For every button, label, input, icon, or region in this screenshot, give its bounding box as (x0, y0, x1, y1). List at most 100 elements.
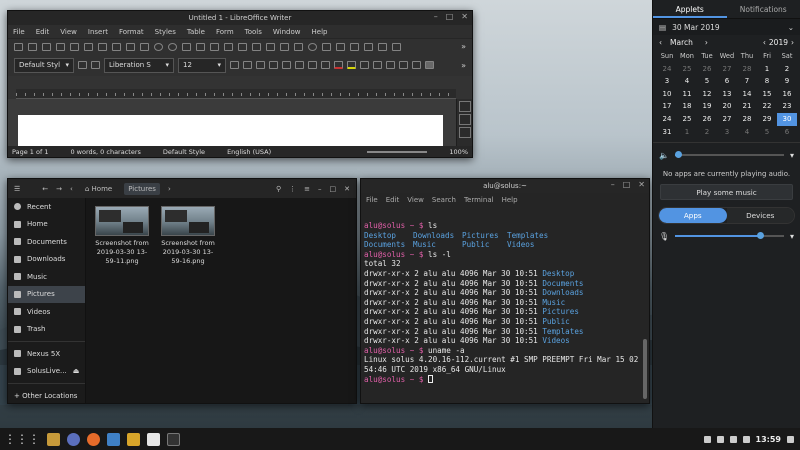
browser-icon[interactable] (67, 432, 80, 446)
bullets-icon[interactable] (412, 61, 421, 69)
properties-icon[interactable] (458, 101, 471, 112)
previous-location-icon[interactable]: ‹ (70, 185, 73, 193)
next-month-icon[interactable]: › (705, 38, 708, 47)
menu-view[interactable]: View (60, 28, 77, 36)
save-icon[interactable] (42, 42, 51, 51)
calendar-day[interactable]: 19 (697, 100, 717, 113)
calendar-day[interactable]: 3 (657, 75, 677, 88)
paste-icon[interactable] (126, 42, 135, 51)
sidebar-item-recent[interactable]: Recent (8, 198, 85, 216)
justify-icon[interactable] (399, 61, 408, 69)
zoom-slider[interactable] (367, 150, 428, 153)
sidebar-item-other-locations[interactable]: + Other Locations (8, 387, 85, 403)
styles-icon[interactable] (458, 114, 471, 125)
minimize-icon[interactable]: – (434, 12, 438, 21)
line-icon[interactable] (378, 42, 387, 51)
files-view[interactable]: Screenshot from 2019-03-30 13- 59-11.png… (86, 198, 356, 403)
calendar-day[interactable]: 23 (777, 100, 797, 113)
output-volume-slider[interactable] (674, 151, 784, 159)
menu-search[interactable]: Search (432, 196, 456, 204)
calendar-day[interactable]: 28 (737, 63, 757, 76)
print-preview-icon[interactable] (84, 42, 93, 51)
volume-knob[interactable] (675, 151, 683, 159)
tab-notifications[interactable]: Notifications (727, 0, 800, 18)
terminal-scrollbar[interactable] (643, 339, 647, 399)
menu-tools[interactable]: Tools (245, 28, 262, 36)
menu-file[interactable]: File (366, 196, 378, 204)
calendar-day[interactable]: 2 (697, 126, 717, 139)
search-icon[interactable]: ⚲ (276, 185, 281, 193)
calendar-day[interactable]: 11 (677, 88, 697, 101)
writer-titlebar[interactable]: Untitled 1 - LibreOffice Writer – □ ✕ (8, 11, 472, 25)
open-icon[interactable] (28, 42, 37, 51)
prev-month-icon[interactable]: ‹ (659, 38, 662, 47)
calendar-day[interactable]: 22 (757, 100, 777, 113)
toolbar-overflow-icon[interactable]: » (461, 61, 466, 70)
file-item[interactable]: Screenshot from 2019-03-30 13- 59-16.png (160, 198, 216, 266)
menu-icon[interactable]: ≡ (304, 185, 310, 193)
view-options-icon[interactable]: ⋮ (289, 185, 296, 193)
insert-chart-icon[interactable] (252, 42, 261, 51)
insert-image-icon[interactable] (238, 42, 247, 51)
paragraph-background-icon[interactable] (425, 61, 434, 69)
chevron-down-icon[interactable]: ▾ (790, 232, 794, 241)
align-right-icon[interactable] (386, 61, 395, 69)
writer-window[interactable]: Untitled 1 - LibreOffice Writer – □ ✕ Fi… (7, 10, 473, 158)
shadow-icon[interactable] (308, 61, 317, 69)
track-changes-icon[interactable] (364, 42, 373, 51)
calendar-day[interactable]: 21 (737, 100, 757, 113)
terminal-titlebar[interactable]: alu@solus:~ – □ ✕ (361, 179, 649, 193)
calendar-day[interactable]: 15 (757, 88, 777, 101)
underline-icon[interactable] (256, 61, 265, 69)
calendar-day[interactable]: 13 (717, 88, 737, 101)
microphone-icon[interactable]: 🎙 (659, 232, 669, 241)
forward-icon[interactable]: → (56, 185, 62, 193)
calendar-day[interactable]: 6 (777, 126, 797, 139)
menu-help[interactable]: Help (502, 196, 518, 204)
calendar-day[interactable]: 28 (737, 113, 757, 126)
calendar-day[interactable]: 26 (697, 63, 717, 76)
horizontal-ruler[interactable] (16, 89, 456, 99)
calendar-day[interactable]: 24 (657, 63, 677, 76)
sidebar-item-downloads[interactable]: Downloads (8, 251, 85, 269)
calendar-day[interactable]: 14 (737, 88, 757, 101)
volume-icon[interactable] (729, 435, 737, 443)
calendar-day[interactable]: 5 (757, 126, 777, 139)
menu-file[interactable]: File (13, 28, 25, 36)
apps-toggle[interactable]: Apps (659, 208, 727, 224)
sidebar-item-soluslive[interactable]: SolusLive... ⏏ (8, 363, 85, 381)
update-style-icon[interactable] (78, 61, 87, 69)
calendar-day[interactable]: 31 (657, 126, 677, 139)
raven-toggle-icon[interactable] (787, 435, 794, 443)
strikethrough-icon[interactable] (269, 61, 278, 69)
font-name-select[interactable]: Liberation S ▾ (104, 57, 174, 73)
align-left-icon[interactable] (360, 61, 369, 69)
maximize-icon[interactable]: □ (623, 180, 631, 189)
calendar-day[interactable]: 4 (737, 126, 757, 139)
new-document-icon[interactable] (14, 42, 23, 51)
comment-icon[interactable] (350, 42, 359, 51)
menu-styles[interactable]: Styles (155, 28, 176, 36)
files-app-icon[interactable] (107, 432, 120, 446)
spelling-icon[interactable] (196, 42, 205, 51)
calendar-day[interactable]: 7 (737, 75, 757, 88)
sidebar-item-trash[interactable]: Trash (8, 321, 85, 339)
terminal-output[interactable]: alu@solus ~ $ ls Desktop Downloads Pictures… (364, 207, 639, 403)
calendar-day[interactable]: 12 (697, 88, 717, 101)
menu-view[interactable]: View (407, 196, 424, 204)
sidebar-item-videos[interactable]: Videos (8, 303, 85, 321)
highlight-icon[interactable] (347, 61, 356, 69)
print-icon[interactable] (70, 42, 79, 51)
footnote-icon[interactable] (336, 42, 345, 51)
calendar-day[interactable]: 26 (697, 113, 717, 126)
calendar-day[interactable]: 18 (677, 100, 697, 113)
menu-edit[interactable]: Edit (386, 196, 400, 204)
menu-insert[interactable]: Insert (88, 28, 108, 36)
calendar-day[interactable]: 20 (717, 100, 737, 113)
gallery-icon[interactable] (458, 127, 471, 138)
menu-terminal[interactable]: Terminal (464, 196, 494, 204)
software-center-icon[interactable] (127, 432, 140, 446)
calendar-day[interactable]: 6 (717, 75, 737, 88)
input-volume-slider[interactable] (675, 232, 784, 240)
toolbar-overflow-icon[interactable]: » (461, 42, 466, 51)
